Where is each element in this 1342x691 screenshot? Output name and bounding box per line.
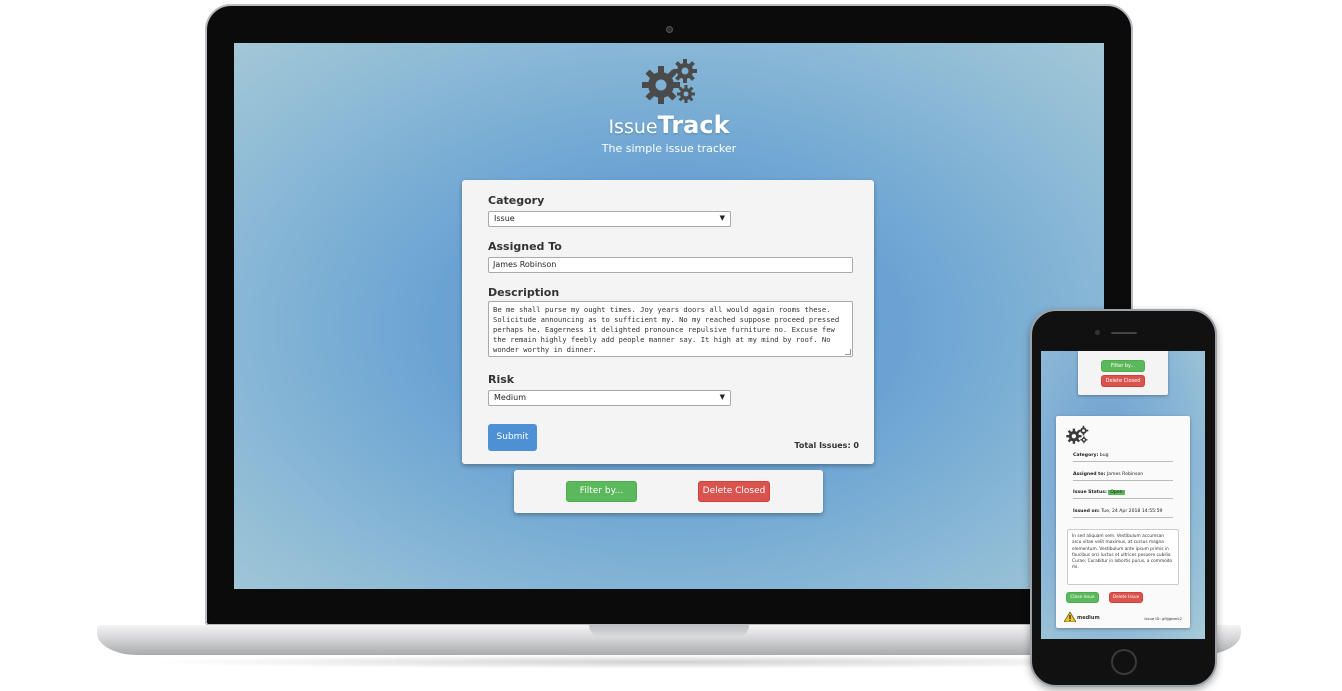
issue-assigned-row: Assigned to: James Robinson (1073, 472, 1173, 481)
phone-camera (1095, 330, 1100, 335)
total-issues-count: Total Issues: 0 (794, 441, 859, 450)
status-badge: Open (1108, 490, 1125, 495)
phone-speaker (1111, 332, 1137, 334)
resize-handle-icon[interactable] (845, 349, 851, 355)
app-title-part2: Track (657, 111, 730, 139)
issue-category-row: Category: bug (1073, 453, 1173, 462)
close-issue-button[interactable]: Close Issue (1066, 592, 1099, 603)
phone-home-button (1111, 649, 1137, 675)
filter-button[interactable]: Filter by... (566, 481, 637, 502)
issue-description: In sed aliquam sem. Vestibulum accumsan … (1067, 529, 1179, 585)
issue-date-value: Tue, 24 Apr 2018 14:55:59 (1101, 509, 1163, 514)
risk-label: Risk (488, 373, 515, 386)
assigned-to-input[interactable]: James Robinson (488, 257, 853, 273)
app-subtitle: The simple issue tracker (601, 142, 737, 155)
delete-issue-button[interactable]: Delete Issue (1109, 592, 1143, 603)
issue-status-row: Issue Status: Open (1073, 490, 1173, 499)
laptop-screen: IssueTrack The simple issue tracker Cate… (234, 43, 1104, 589)
issue-date-label: Issued on: (1073, 509, 1100, 514)
issue-date-row: Issued on: Tue, 24 Apr 2018 14:55:59 (1073, 509, 1173, 518)
submit-button[interactable]: Submit (488, 424, 537, 451)
laptop-notch (589, 625, 749, 638)
laptop-camera (666, 26, 673, 33)
issue-assigned-label: Assigned to: (1073, 472, 1106, 477)
caret-down-icon: ▼ (719, 214, 725, 222)
delete-closed-button[interactable]: Delete Closed (698, 481, 770, 502)
issue-category-value: bug (1099, 453, 1109, 458)
risk-select[interactable]: Medium ▼ (488, 390, 731, 406)
category-label: Category (488, 194, 545, 207)
issue-id: Issue ID: gfljjgbmk2 (1144, 616, 1182, 621)
description-textarea[interactable]: Be me shall purse my ought times. Joy ye… (488, 301, 853, 357)
mobile-filter-button[interactable]: Filter by... (1101, 360, 1145, 372)
mobile-delete-closed-button[interactable]: Delete Closed (1101, 375, 1145, 387)
category-select[interactable]: Issue ▼ (488, 211, 731, 227)
device-mockup: IssueTrack The simple issue tracker Cate… (0, 0, 1342, 691)
warning-icon (1064, 612, 1076, 622)
assigned-to-label: Assigned To (488, 240, 562, 253)
gears-logo-icon (642, 59, 697, 104)
description-text: Be me shall purse my ought times. Joy ye… (493, 305, 840, 354)
risk-select-value: Medium (494, 393, 526, 402)
mobile-actions-bar: Filter by... Delete Closed (1078, 351, 1168, 395)
category-select-value: Issue (494, 214, 515, 223)
issue-category-label: Category: (1073, 453, 1099, 458)
issue-status-label: Issue Status: (1073, 490, 1107, 495)
issue-assigned-value: James Robinson (1106, 472, 1144, 477)
caret-down-icon: ▼ (719, 393, 725, 401)
app-title-part1: Issue (608, 116, 658, 138)
gears-icon (1066, 425, 1089, 444)
new-issue-form: Category Issue ▼ Assigned To James Robin… (462, 180, 874, 464)
app-title: IssueTrack (234, 111, 1104, 139)
description-label: Description (488, 286, 560, 299)
issue-card: Category: bug Assigned to: James Robinso… (1056, 416, 1190, 628)
issue-risk: medium (1077, 615, 1100, 621)
phone-screen: Filter by... Delete Closed Category: bug… (1041, 351, 1205, 639)
actions-bar: Filter by... Delete Closed (514, 470, 823, 513)
